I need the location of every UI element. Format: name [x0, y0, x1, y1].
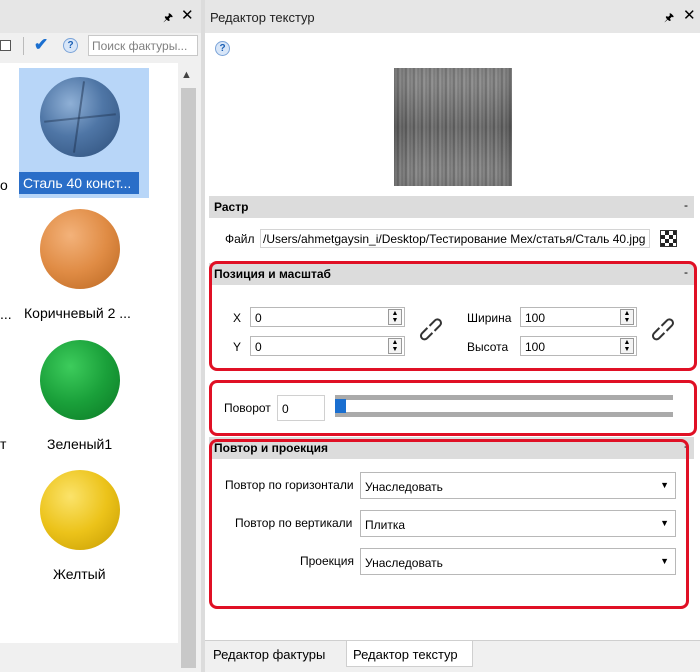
texture-search-input[interactable]: Поиск фактуры...	[88, 35, 198, 56]
section-title: Растр	[214, 200, 249, 214]
material-label: Сталь 40 конст...	[19, 172, 139, 194]
help-icon[interactable]: ?	[63, 38, 78, 53]
help-icon[interactable]: ?	[215, 41, 230, 56]
editor-title: Редактор текстур	[210, 10, 315, 25]
material-preview-sphere	[40, 470, 120, 550]
raster-section-header[interactable]: Растр -	[209, 196, 694, 218]
editor-tabs: Редактор фактуры Редактор текстур	[205, 640, 700, 672]
material-item-brown[interactable]: Коричневый 2 ...	[19, 200, 149, 330]
texture-preview	[394, 68, 512, 186]
toolbar-divider	[23, 37, 24, 55]
material-item-steel[interactable]: Сталь 40 конст...	[19, 68, 149, 198]
truncated-label-fragment: ...	[0, 306, 12, 322]
scroll-up-icon[interactable]: ▲	[181, 69, 192, 81]
close-icon[interactable]: ✕	[683, 6, 696, 24]
truncated-label-fragment: о	[0, 177, 8, 193]
material-label: Коричневый 2 ...	[24, 305, 131, 321]
material-label: Зеленый1	[47, 436, 113, 452]
pin-icon[interactable]: 🖈	[664, 9, 674, 28]
apply-check-icon[interactable]: ✔	[34, 35, 48, 55]
tab-texture-editor[interactable]: Редактор текстур	[346, 641, 473, 667]
material-item-green[interactable]: Зеленый1	[19, 331, 149, 461]
library-scrollbar[interactable]: ▲	[178, 63, 199, 668]
material-item-yellow[interactable]: Желтый	[19, 461, 149, 591]
highlight-position-box	[209, 261, 697, 371]
material-preview-sphere	[40, 340, 120, 420]
checkerboard-icon[interactable]	[660, 230, 677, 247]
scrollbar-thumb[interactable]	[181, 88, 196, 668]
material-label: Желтый	[53, 566, 106, 582]
truncated-label-fragment: т	[0, 436, 7, 452]
library-toolbar: ✔ ? Поиск фактуры...	[0, 33, 201, 58]
close-icon[interactable]: ✕	[181, 6, 194, 24]
highlight-rotation-box	[209, 380, 697, 436]
tab-material-editor[interactable]: Редактор фактуры	[207, 641, 341, 667]
highlight-repeat-box	[209, 439, 689, 609]
collapse-icon[interactable]: -	[684, 198, 688, 212]
file-label: Файл	[225, 232, 255, 246]
library-titlebar: 🖈 ✕	[0, 0, 201, 33]
pin-icon[interactable]: 🖈	[163, 9, 173, 28]
material-library-panel: 🖈 ✕ ✔ ? Поиск фактуры... Сталь 40 конст.…	[0, 0, 201, 672]
material-grid: Сталь 40 конст... Коричневый 2 ... Зелен…	[0, 63, 178, 643]
material-preview-sphere	[40, 209, 120, 289]
editor-content: ? Растр - Файл /Users/ahmetgaysin_i/Desk…	[205, 33, 700, 640]
material-preview-sphere	[40, 77, 120, 157]
editor-titlebar: Редактор текстур 🖈 ✕	[205, 0, 700, 33]
file-path-field[interactable]: /Users/ahmetgaysin_i/Desktop/Тестировани…	[260, 229, 650, 248]
texture-editor-panel: Редактор текстур 🖈 ✕ ? Растр - Файл /Use…	[205, 0, 700, 672]
view-toggle-icon[interactable]	[0, 40, 11, 51]
